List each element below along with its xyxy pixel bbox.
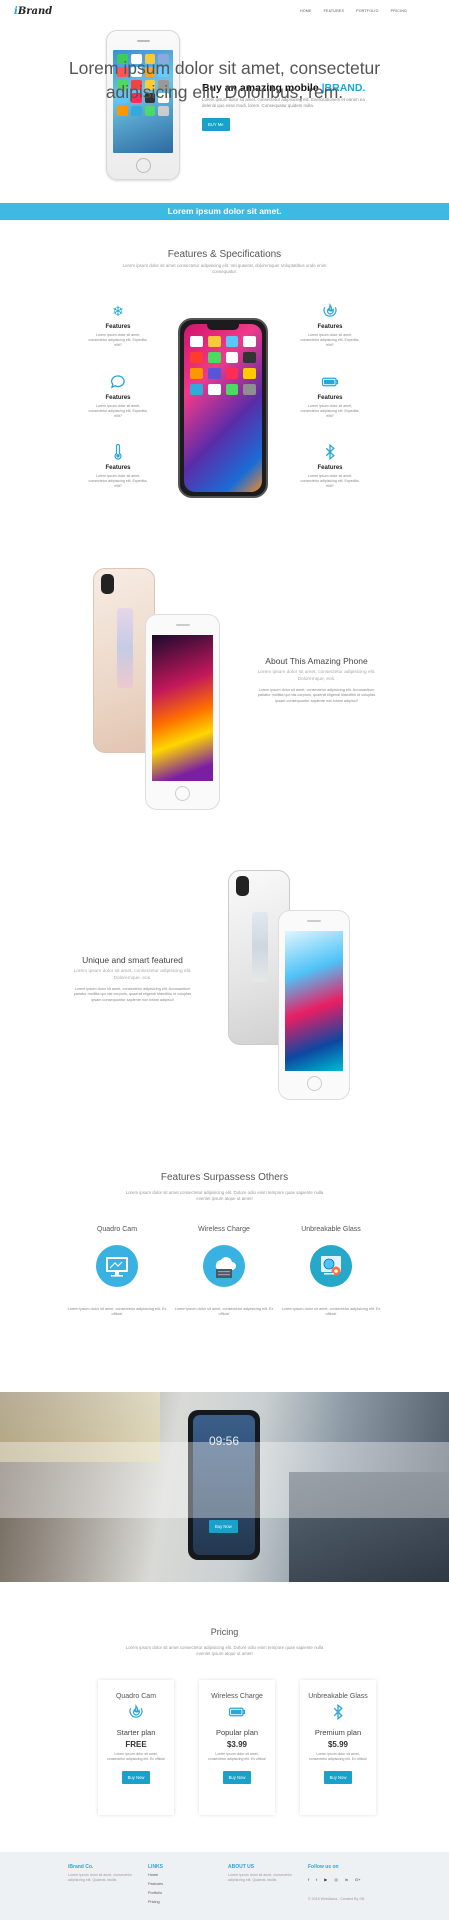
- main-nav: HOME FEATURES PORTFOLIO PRICING: [300, 9, 407, 13]
- buy-now-button[interactable]: Buy Now: [121, 1771, 151, 1784]
- pricing-card: Unbreakable Glass Premium plan $5.99 Lor…: [300, 1680, 376, 1815]
- surpass-item: Quadro Cam Lorem ipsum dolor sit amet, c…: [67, 1226, 167, 1317]
- iphone-x-image: [178, 318, 268, 498]
- banner-text: Lorem ipsum dolor sit amet, consectetur …: [68, 58, 381, 102]
- nav-pricing[interactable]: PRICING: [391, 9, 407, 13]
- unique-title: Unique and smart featured: [82, 955, 183, 965]
- twitter-icon[interactable]: t: [316, 1877, 317, 1882]
- footer-about: ABOUT US Lorem ipsum dolor sit amet, con…: [228, 1864, 292, 1883]
- bluetooth-icon: [321, 443, 339, 461]
- buy-now-button[interactable]: Buy Now: [323, 1771, 353, 1784]
- battery-icon: [321, 373, 339, 391]
- feature-item: Features Lorem ipsum dolor sit amet, cons…: [88, 373, 148, 419]
- pricing-card: Quadro Cam Starter plan FREE Lorem ipsum…: [98, 1680, 174, 1815]
- gear-globe-icon: [310, 1245, 352, 1287]
- feature-item: Features Lorem ipsum dolor sit amet, cons…: [300, 302, 360, 348]
- hero-phone-image: [106, 30, 180, 180]
- unique-subtitle: Lorem ipsum dolor sit amet, consectetur …: [73, 969, 192, 981]
- buy-now-banner-button[interactable]: Buy Now: [209, 1520, 238, 1533]
- surpass-title: Features Surpassess Others: [160, 1172, 289, 1183]
- nav-features[interactable]: FEATURES: [324, 9, 345, 13]
- surpass-subtitle: Lorem ipsum dolor sit amet consectetur a…: [125, 1190, 324, 1202]
- facebook-icon[interactable]: f: [308, 1877, 309, 1882]
- feature-item: Features Lorem ipsum dolor sit amet, cons…: [300, 373, 360, 419]
- specs-subtitle: Lorem ipsum dolor sit amet consectetur a…: [122, 263, 327, 275]
- chat-icon: [109, 373, 127, 391]
- monitor-icon: [96, 1245, 138, 1287]
- footer-company: iBrand Co. Lorem ipsum dolor sit amet, c…: [68, 1864, 132, 1883]
- linkedin-icon[interactable]: in: [345, 1877, 348, 1882]
- bluetooth-icon: [300, 1703, 376, 1725]
- blue-band: Lorem ipsum dolor sit amet.: [0, 203, 449, 220]
- pricing-card: Wireless Charge Popular plan $3.99 Lorem…: [199, 1680, 275, 1815]
- pricing-title: Pricing: [210, 1627, 239, 1637]
- snowflake-icon: ❄: [112, 303, 124, 319]
- surpass-item: Wireless Charge Lorem ipsum dolor sit am…: [174, 1226, 274, 1317]
- brand-logo[interactable]: iBrand: [14, 6, 52, 17]
- footer: iBrand Co. Lorem ipsum dolor sit amet, c…: [0, 1852, 449, 1920]
- pricing-subtitle: Lorem ipsum dolor sit amet consectetur a…: [125, 1645, 324, 1657]
- iphone8-front-image: [278, 910, 350, 1100]
- copyright: © 2018 WebAlana - Created By SN: [308, 1897, 365, 1901]
- feature-item: ❄ Features Lorem ipsum dolor sit amet, co…: [88, 303, 148, 347]
- footer-link-home[interactable]: Home: [148, 1871, 198, 1880]
- unique-text: Lorem ipsum dolor sit amet, consectetur …: [73, 987, 192, 1002]
- surpass-item: Unbreakable Glass Lorem ipsum dolor sit …: [281, 1226, 381, 1317]
- about-block: About This Amazing Phone Lorem ipsum dol…: [254, 656, 379, 704]
- fire-icon: [321, 302, 339, 320]
- fire-icon: [98, 1703, 174, 1725]
- about-text: Lorem ipsum dolor sit amet, consectetur …: [257, 688, 376, 703]
- buy-me-button[interactable]: BUY Me: [202, 118, 230, 131]
- footer-link-portfolio[interactable]: Portfolio: [148, 1889, 198, 1898]
- instagram-icon[interactable]: ◎: [334, 1877, 338, 1882]
- nav-portfolio[interactable]: PORTFOLIO: [356, 9, 379, 13]
- feature-item: Features Lorem ipsum dolor sit amet, cons…: [300, 443, 360, 489]
- google-plus-icon[interactable]: G+: [355, 1877, 360, 1882]
- about-title: About This Amazing Phone: [265, 656, 368, 666]
- nav-home[interactable]: HOME: [300, 9, 312, 13]
- specs-title: Features & Specifications: [167, 249, 282, 260]
- feature-item: Features Lorem ipsum dolor sit amet, cons…: [88, 443, 148, 489]
- buy-now-button[interactable]: Buy Now: [222, 1771, 252, 1784]
- iphone8-front-image: [145, 614, 220, 810]
- footer-links: LINKS Home Features Portfolio Pricing: [148, 1864, 198, 1907]
- battery-icon: [199, 1703, 275, 1725]
- about-subtitle: Lorem ipsum dolor sit amet, consectetur …: [257, 670, 376, 682]
- footer-follow: Follow us on f t ▶ ◎ in G+ © 2018 WebAla…: [308, 1864, 398, 1902]
- footer-link-pricing[interactable]: Pricing: [148, 1898, 198, 1907]
- unique-block: Unique and smart featured Lorem ipsum do…: [70, 955, 195, 1003]
- youtube-icon[interactable]: ▶: [324, 1877, 327, 1882]
- footer-link-features[interactable]: Features: [148, 1880, 198, 1889]
- hero-banner: 09:56: [0, 1392, 449, 1582]
- cloud-server-icon: [203, 1245, 245, 1287]
- thermometer-icon: [109, 443, 127, 461]
